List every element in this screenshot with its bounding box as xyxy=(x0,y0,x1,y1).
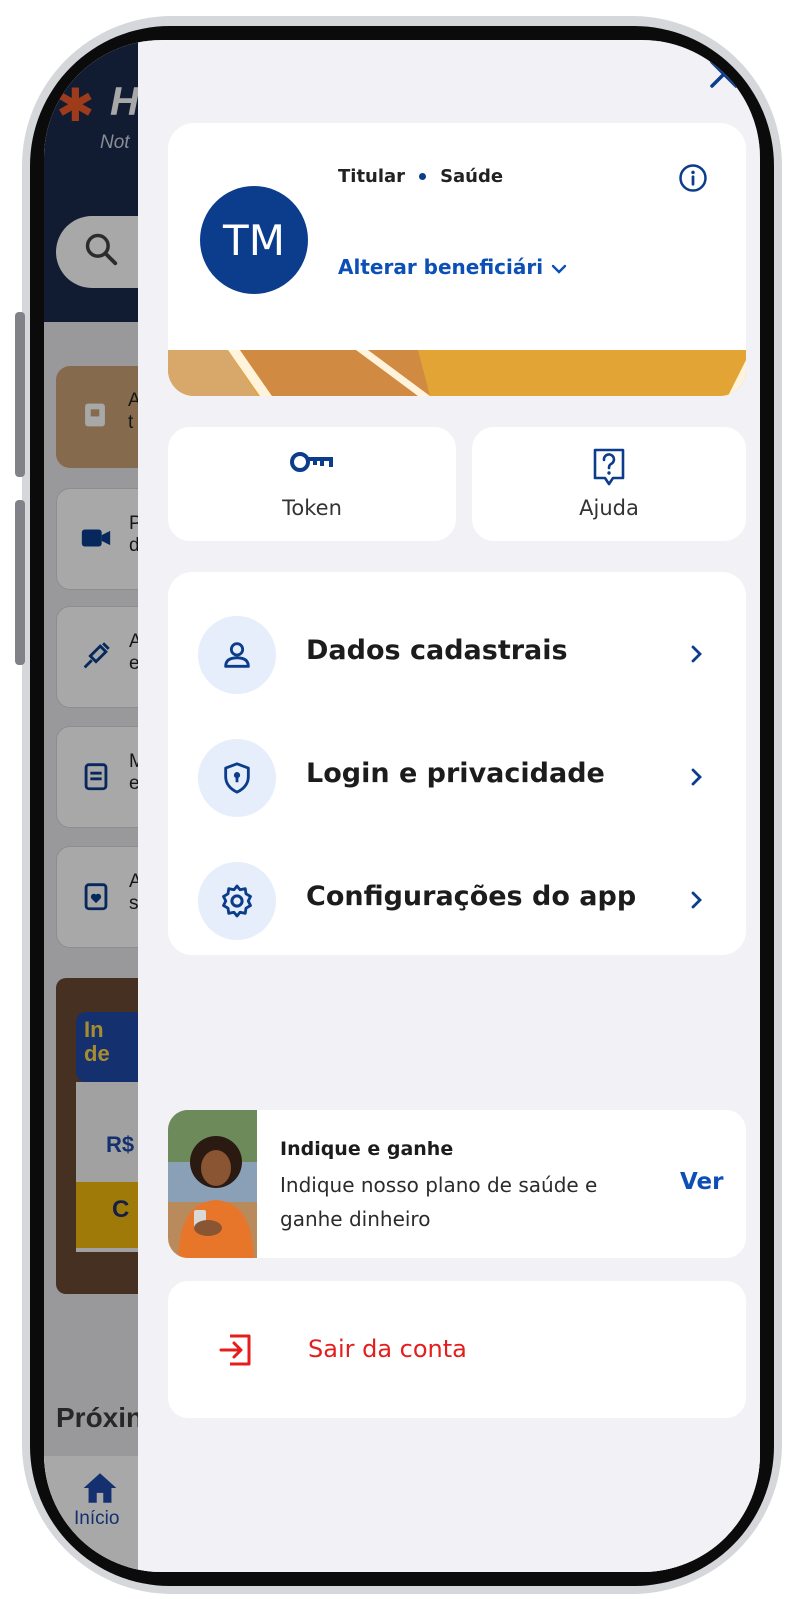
info-icon[interactable] xyxy=(678,163,708,193)
menu-item-configuracoes[interactable]: Configurações do app xyxy=(168,845,746,955)
help-label: Ajuda xyxy=(579,496,639,520)
phone-volume-down xyxy=(15,500,25,665)
chevron-right-icon xyxy=(691,768,702,786)
logout-label: Sair da conta xyxy=(308,1335,467,1363)
chevron-right-icon xyxy=(691,645,702,663)
logout-icon xyxy=(219,1334,251,1366)
menu-icon-circle xyxy=(198,739,276,817)
menu-item-login-privacidade[interactable]: Login e privacidade xyxy=(168,722,746,832)
chevron-down-icon xyxy=(551,264,567,274)
referral-description: Indique nosso plano de saúde e ganhe din… xyxy=(280,1173,598,1231)
menu-item-label: Configurações do app xyxy=(306,881,637,912)
chevron-right-icon xyxy=(691,891,702,909)
referral-view-link[interactable]: Ver xyxy=(680,1169,723,1195)
menu-icon-circle xyxy=(198,862,276,940)
side-drawer: TM Titular Saúde Alterar beneficiári Tok… xyxy=(138,40,760,1572)
screen: ✱ H Not A t P d A e M e A s In de R$ C P… xyxy=(44,40,760,1572)
phone-volume-up xyxy=(15,312,25,477)
logout-button[interactable]: Sair da conta xyxy=(168,1281,746,1418)
token-label: Token xyxy=(282,496,342,520)
referral-photo xyxy=(168,1110,257,1258)
close-icon[interactable] xyxy=(704,54,744,94)
beneficiary-tags: Titular Saúde xyxy=(338,166,503,187)
role-label: Titular xyxy=(338,166,406,187)
menu-item-label: Login e privacidade xyxy=(306,758,605,789)
help-icon xyxy=(593,448,625,486)
avatar: TM xyxy=(200,186,308,294)
gear-icon xyxy=(222,884,252,918)
key-icon xyxy=(290,452,333,472)
profile-card: TM Titular Saúde Alterar beneficiári xyxy=(168,123,746,396)
plan-label: Saúde xyxy=(440,166,504,187)
card-decoration xyxy=(168,350,746,396)
change-beneficiary-link[interactable]: Alterar beneficiári xyxy=(338,255,568,279)
menu-item-label: Dados cadastrais xyxy=(306,635,568,666)
separator-dot xyxy=(419,173,427,180)
settings-menu: Dados cadastrais Login e privacidade Con… xyxy=(168,572,746,955)
referral-title: Indique e ganhe xyxy=(280,1138,454,1160)
referral-card[interactable]: Indique e ganhe Indique nosso plano de s… xyxy=(168,1110,746,1258)
change-beneficiary-label: Alterar beneficiári xyxy=(338,255,544,279)
shield-icon xyxy=(224,762,250,794)
token-button[interactable]: Token xyxy=(168,427,456,541)
menu-item-dados-cadastrais[interactable]: Dados cadastrais xyxy=(168,599,746,709)
menu-icon-circle xyxy=(198,616,276,694)
person-icon xyxy=(224,642,250,668)
help-button[interactable]: Ajuda xyxy=(472,427,746,541)
